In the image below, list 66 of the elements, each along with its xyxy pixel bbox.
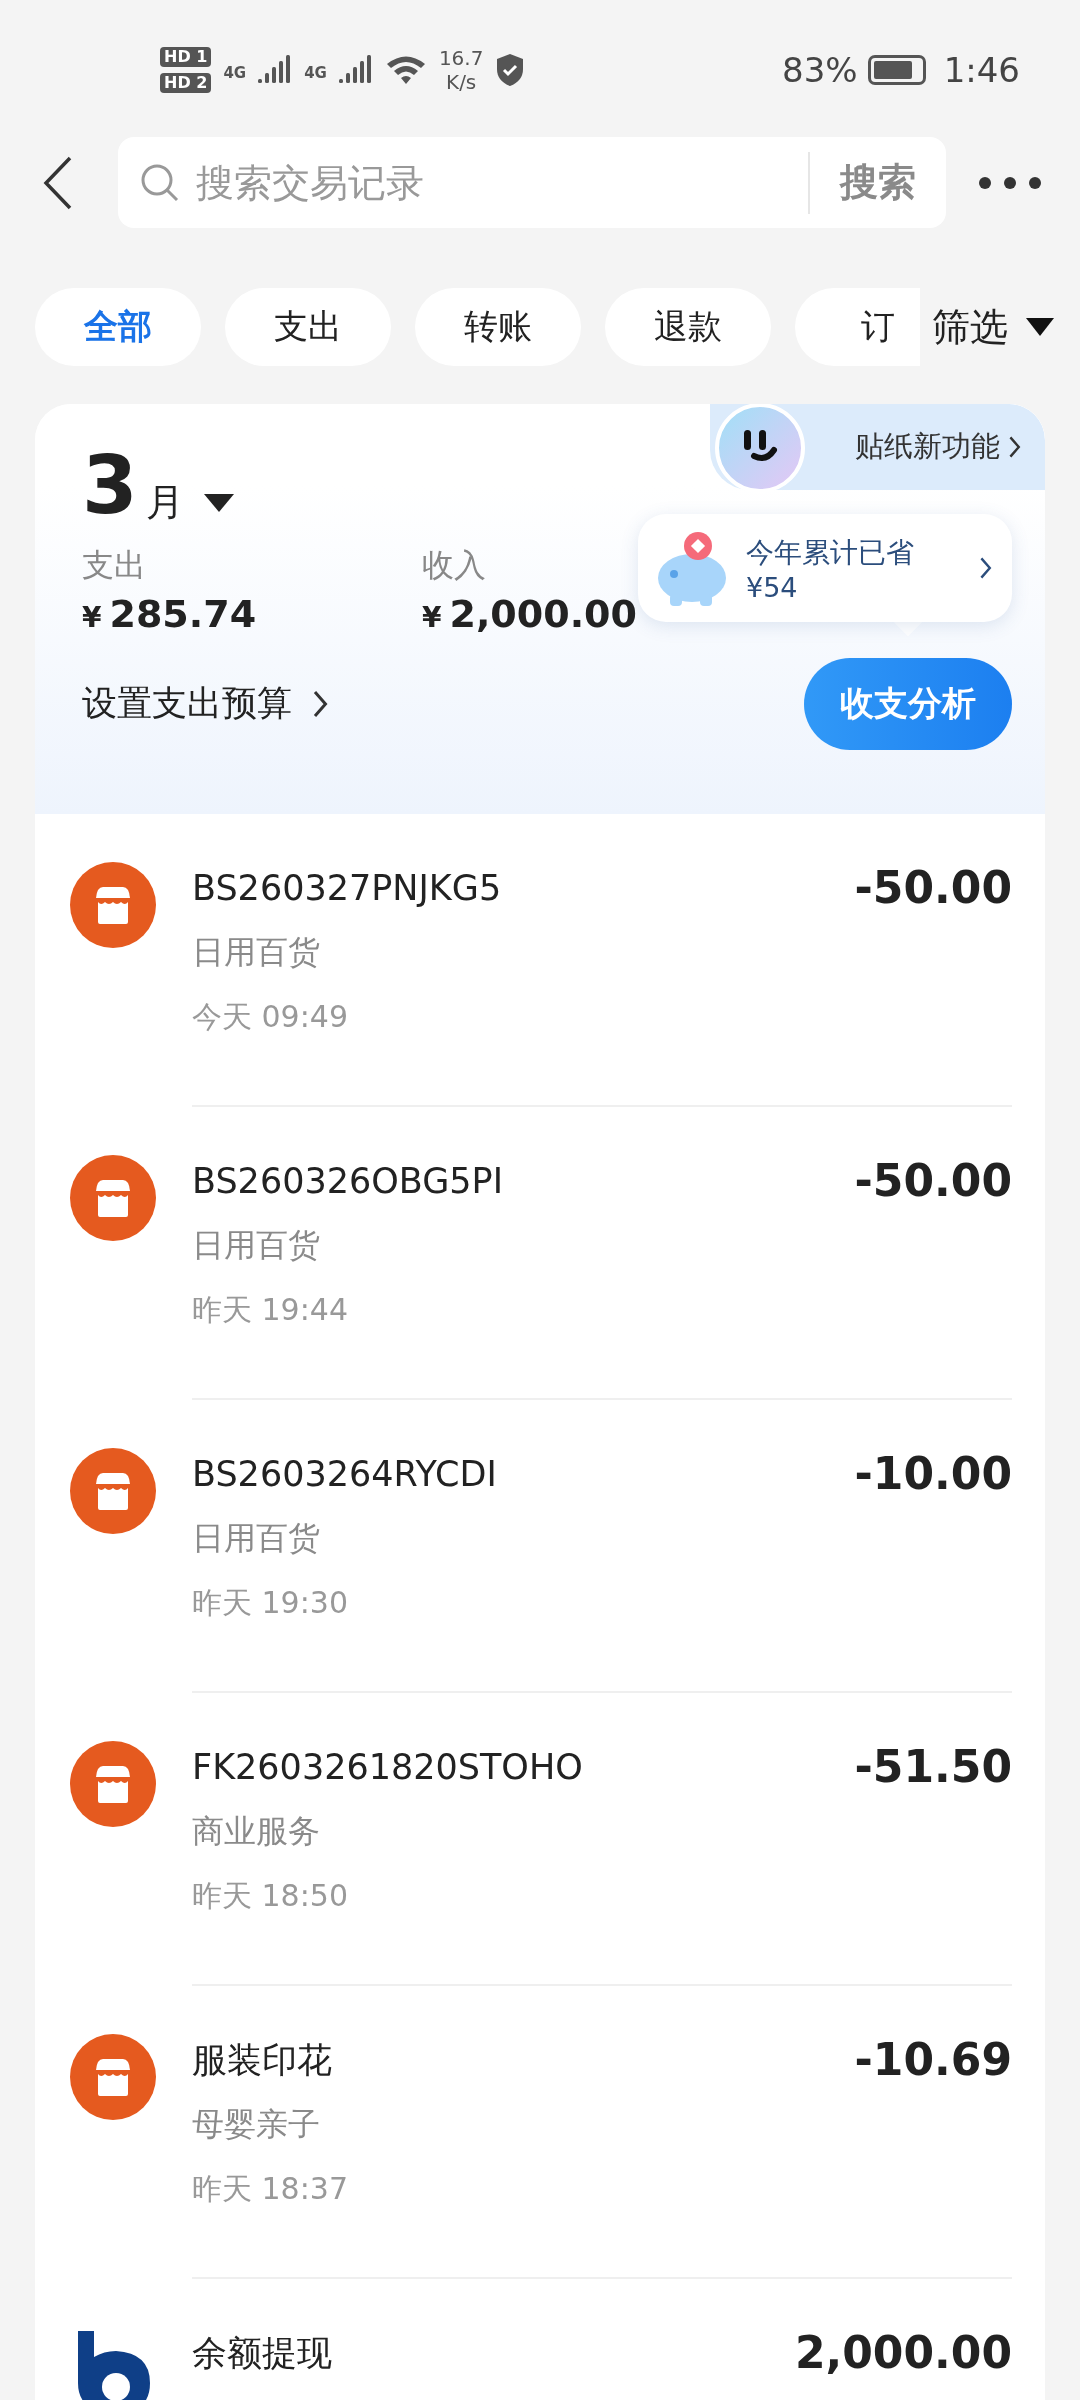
chevron-icon <box>978 556 992 580</box>
transaction-time: 今天 09:49 <box>192 998 349 1036</box>
transaction-row[interactable]: 余额提现 2,000.00 <box>35 2279 1045 2400</box>
filter-chip[interactable]: 全部 <box>35 288 201 366</box>
transaction-row[interactable]: BS260327PNJKG5 -50.00 日用百货 今天 09:49 <box>35 814 1045 1107</box>
transaction-row[interactable]: BS260326OBG5PI -50.00 日用百货 昨天 19:44 <box>35 1107 1045 1400</box>
analysis-button[interactable]: 收支分析 <box>804 658 1012 750</box>
battery-icon <box>867 55 926 85</box>
dropdown-icon <box>203 494 234 514</box>
transaction-title: BS2603264RYCDI <box>192 1452 497 1496</box>
network-type: 4G <box>304 64 327 82</box>
transaction-title: 余额提现 <box>192 2331 332 2375</box>
shop-icon <box>70 1741 156 1827</box>
dropdown-icon <box>1026 318 1054 336</box>
more-icon <box>978 175 1042 190</box>
transaction-row[interactable]: FK2603261820STOHO -51.50 商业服务 昨天 18:50 <box>35 1693 1045 1986</box>
stat-label: 收入 <box>422 545 486 586</box>
sim-badge: HD 2 <box>160 73 212 93</box>
filter-chip[interactable]: 转账 <box>415 288 581 366</box>
search-icon <box>140 162 180 203</box>
savings-bubble[interactable]: 今年累计已省 ¥54 <box>638 514 1012 622</box>
transaction-amount: -10.00 <box>854 1448 1012 1499</box>
transaction-time: 昨天 18:37 <box>192 2170 349 2208</box>
shop-icon <box>70 1448 156 1534</box>
battery-percent: 83% <box>782 50 858 90</box>
transaction-title: BS260327PNJKG5 <box>192 866 502 910</box>
month-selector[interactable]: 3 月 <box>82 444 234 528</box>
transaction-amount: 2,000.00 <box>794 2327 1012 2378</box>
transaction-amount: -51.50 <box>854 1741 1012 1792</box>
transaction-amount: -50.00 <box>854 1155 1012 1206</box>
transaction-category: 日用百货 <box>192 932 321 973</box>
filter-chip[interactable]: 订 <box>795 288 920 366</box>
transaction-amount: -10.69 <box>854 2034 1012 2085</box>
filter-chip[interactable]: 支出 <box>225 288 391 366</box>
transaction-row[interactable]: 服装印花 -10.69 母婴亲子 昨天 18:37 <box>35 1986 1045 2279</box>
stat-amount: ¥ 2,000.00 <box>422 592 637 636</box>
transaction-time: 昨天 19:44 <box>192 1291 349 1329</box>
budget-link[interactable]: 设置支出预算 <box>82 680 329 727</box>
shop-icon <box>70 2034 156 2120</box>
shield-icon <box>495 53 526 87</box>
transaction-category: 商业服务 <box>192 1811 321 1852</box>
transaction-row[interactable]: BS2603264RYCDI -10.00 日用百货 昨天 19:30 <box>35 1400 1045 1693</box>
sticker-promo-tab[interactable]: 贴纸新功能 <box>710 404 1045 490</box>
network-speed: 16.7 <box>438 46 484 70</box>
stat-label: 支出 <box>82 545 146 586</box>
chevron-icon <box>1007 435 1021 459</box>
transaction-title: FK2603261820STOHO <box>192 1745 583 1789</box>
clock: 1:46 <box>943 50 1020 90</box>
sim-badge: HD 1 <box>160 47 212 67</box>
transaction-title: 服装印花 <box>192 2038 332 2082</box>
filter-chip[interactable]: 退款 <box>605 288 771 366</box>
shop-icon <box>70 1155 156 1241</box>
transaction-amount: -50.00 <box>854 862 1012 913</box>
savings-amount: ¥54 <box>746 571 798 603</box>
transaction-category: 日用百货 <box>192 1225 321 1266</box>
chevron-icon <box>312 688 329 719</box>
stat-amount: ¥ 285.74 <box>82 592 257 636</box>
transaction-category: 日用百货 <box>192 1518 321 1559</box>
shop-icon <box>70 862 156 948</box>
network-type: 4G <box>223 64 247 82</box>
transaction-category: 母婴亲子 <box>192 2104 321 2145</box>
speed-unit: K/s <box>446 70 477 94</box>
transaction-time: 昨天 19:30 <box>192 1584 349 1622</box>
transaction-title: BS260326OBG5PI <box>192 1159 503 1203</box>
savings-title: 今年累计已省 <box>746 534 914 571</box>
transaction-time: 昨天 18:50 <box>192 1877 349 1915</box>
